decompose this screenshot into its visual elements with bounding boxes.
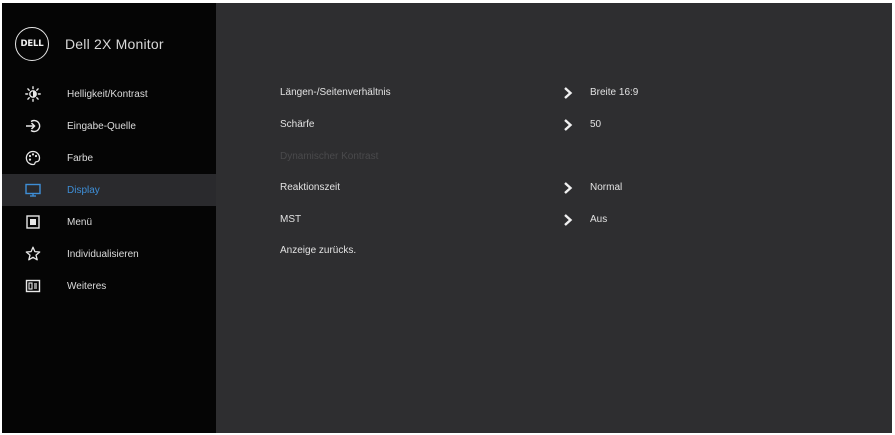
sidebar-item-label: Weiteres [67, 280, 107, 292]
brand-header: DELL Dell 2X Monitor [15, 27, 164, 61]
brightness-icon [24, 85, 42, 103]
sidebar-item-brightness-contrast[interactable]: Helligkeit/Kontrast [2, 78, 216, 110]
setting-value: Breite 16:9 [590, 87, 639, 98]
sidebar-item-others[interactable]: Weiteres [2, 270, 216, 302]
sidebar-item-label: Helligkeit/Kontrast [67, 88, 148, 100]
sidebar-menu: Helligkeit/Kontrast Eingabe-Quelle Farbe… [2, 78, 216, 302]
chevron-right-icon [562, 86, 574, 100]
setting-label: Anzeige zurücks. [280, 245, 357, 256]
chevron-right-icon [562, 213, 574, 227]
sidebar-item-label: Display [67, 184, 100, 196]
setting-mst[interactable]: MST Aus [280, 212, 895, 230]
display-icon [24, 181, 42, 199]
product-title: Dell 2X Monitor [65, 36, 164, 52]
setting-value: Normal [590, 182, 623, 193]
setting-label: Schärfe [280, 119, 315, 130]
sidebar-item-menu[interactable]: Menü [2, 206, 216, 238]
setting-display-reset[interactable]: Anzeige zurücks. [280, 243, 895, 261]
sidebar-item-personalize[interactable]: Individualisieren [2, 238, 216, 270]
sidebar-item-color[interactable]: Farbe [2, 142, 216, 174]
sidebar: DELL Dell 2X Monitor Helligkeit/Kontrast… [2, 3, 216, 433]
setting-label: Reaktionszeit [280, 182, 341, 193]
input-source-icon [24, 117, 42, 135]
osd-window: DELL Dell 2X Monitor Helligkeit/Kontrast… [2, 3, 892, 433]
color-palette-icon [24, 149, 42, 167]
menu-icon [24, 213, 42, 231]
sidebar-item-label: Individualisieren [67, 248, 139, 260]
setting-response-time[interactable]: Reaktionszeit Normal [280, 180, 895, 198]
sidebar-item-label: Farbe [67, 152, 94, 164]
sidebar-item-label: Eingabe-Quelle [67, 120, 136, 132]
setting-value: 50 [590, 119, 602, 130]
setting-sharpness[interactable]: Schärfe 50 [280, 117, 895, 135]
others-icon [24, 277, 42, 295]
setting-label: Längen-/Seitenverhältnis [280, 87, 391, 98]
sidebar-item-input-source[interactable]: Eingabe-Quelle [2, 110, 216, 142]
settings-panel: Längen-/Seitenverhältnis Breite 16:9 Sch… [216, 3, 892, 433]
star-icon [24, 245, 42, 263]
setting-label: Dynamischer Kontrast [280, 151, 379, 162]
setting-value: Aus [590, 214, 608, 225]
chevron-right-icon [562, 181, 574, 195]
dell-logo: DELL [15, 27, 49, 61]
setting-dynamic-contrast: Dynamischer Kontrast [280, 149, 895, 167]
sidebar-item-display[interactable]: Display [2, 174, 216, 206]
sidebar-item-label: Menü [67, 216, 93, 228]
setting-aspect-ratio[interactable]: Längen-/Seitenverhältnis Breite 16:9 [280, 85, 895, 103]
chevron-right-icon [562, 118, 574, 132]
setting-label: MST [280, 214, 302, 225]
logo-text: DELL [20, 39, 44, 49]
